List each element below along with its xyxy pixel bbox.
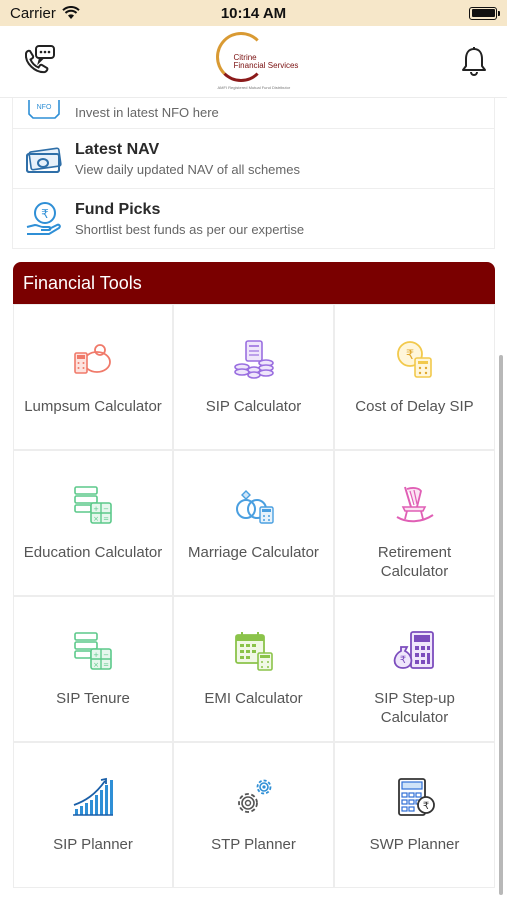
coins-stack-icon xyxy=(233,340,274,379)
tool-label: Cost of Delay SIP xyxy=(355,398,474,415)
menu-item-desc: Shortlist best funds as per our expertis… xyxy=(75,221,305,237)
app-header: Citrine Financial Services AMFI Register… xyxy=(0,26,507,98)
tool-label: SIP Planner xyxy=(53,836,133,853)
menu-item-fund-picks[interactable]: ₹ Fund Picks Shortlist best funds as per… xyxy=(12,189,495,249)
menu-item-latest-nav[interactable]: Latest NAV View daily updated NAV of all… xyxy=(12,129,495,189)
svg-text:NFO: NFO xyxy=(37,104,52,111)
tool-label: SIP Step-up Calculator xyxy=(374,690,455,726)
status-time: 10:14 AM xyxy=(220,4,287,22)
svg-text:×: × xyxy=(93,661,99,669)
nfo-icon: NFO xyxy=(25,96,63,120)
rupee-coin-calculator-icon: ₹ xyxy=(396,341,432,378)
rocking-chair-icon xyxy=(395,486,434,523)
menu-item-title: Latest NAV xyxy=(75,140,160,158)
carrier-label: Carrier xyxy=(10,4,56,22)
gears-icon xyxy=(237,779,271,813)
tool-emi-calculator[interactable]: EMI Calculator xyxy=(173,596,334,742)
wifi-icon xyxy=(62,6,80,19)
calculator-rupee-icon: ₹ xyxy=(397,778,435,816)
tool-sip-planner[interactable]: SIP Planner xyxy=(13,742,173,888)
svg-text:+: + xyxy=(93,505,99,513)
svg-text:−: − xyxy=(103,651,109,659)
bell-icon[interactable] xyxy=(459,46,489,78)
tool-education-calculator[interactable]: + − × = Education Calculator xyxy=(13,450,173,596)
tool-label: STP Planner xyxy=(211,836,296,853)
tool-label: Retirement Calculator xyxy=(377,544,452,580)
money-icon xyxy=(25,140,63,178)
tool-stp-planner[interactable]: STP Planner xyxy=(173,742,334,888)
scrollbar[interactable] xyxy=(499,355,503,895)
svg-text:=: = xyxy=(103,661,109,669)
tool-label: EMI Calculator xyxy=(204,690,303,707)
svg-text:+: + xyxy=(93,651,99,659)
svg-text:−: − xyxy=(103,505,109,513)
tool-label: Lumpsum Calculator xyxy=(24,398,162,415)
growth-bars-icon xyxy=(73,777,113,816)
company-logo: Citrine Financial Services AMFI Register… xyxy=(214,30,304,94)
tool-label: SIP Tenure xyxy=(56,690,130,707)
tool-sip-tenure[interactable]: + − × = SIP Tenure xyxy=(13,596,173,742)
tool-label: Marriage Calculator xyxy=(188,544,319,561)
rings-calculator-icon xyxy=(235,490,274,524)
tool-retirement-calculator[interactable]: Retirement Calculator xyxy=(334,450,495,596)
phone-chat-icon[interactable] xyxy=(18,42,58,82)
tool-sip-calculator[interactable]: SIP Calculator xyxy=(173,304,334,450)
calendar-calculator-icon xyxy=(234,632,273,671)
tool-label: Education Calculator xyxy=(23,544,163,561)
tool-label: SIP Calculator xyxy=(205,398,302,415)
rupee-bag-calculator-icon: ₹ xyxy=(393,631,434,669)
svg-text:=: = xyxy=(103,515,109,523)
svg-text:₹: ₹ xyxy=(422,801,428,812)
battery-icon xyxy=(469,6,500,20)
svg-text:×: × xyxy=(93,515,99,523)
menu-list: NFO Invest in latest NFO here Latest NAV… xyxy=(12,98,495,249)
tool-cost-of-delay-sip[interactable]: ₹ Cost of Delay SIP xyxy=(334,304,495,450)
menu-item-desc: Invest in latest NFO here xyxy=(75,105,219,120)
tool-sip-step-up-calculator[interactable]: ₹ SIP Step-up Calculator xyxy=(334,596,495,742)
svg-text:₹: ₹ xyxy=(405,348,413,363)
books-calculator-icon: + − × = xyxy=(74,486,112,524)
menu-item-nfo[interactable]: NFO Invest in latest NFO here xyxy=(12,98,495,129)
tool-swp-planner[interactable]: ₹ SWP Planner xyxy=(334,742,495,888)
tool-label: SWP Planner xyxy=(369,836,460,853)
tool-lumpsum-calculator[interactable]: Lumpsum Calculator xyxy=(13,304,173,450)
svg-text:₹: ₹ xyxy=(399,655,405,666)
tool-marriage-calculator[interactable]: Marriage Calculator xyxy=(173,450,334,596)
books-calculator-icon: + − × = xyxy=(74,632,112,670)
financial-tools-grid: Lumpsum Calculator SIP Calculator ₹ Cost… xyxy=(13,304,495,888)
menu-item-desc: View daily updated NAV of all schemes xyxy=(75,161,300,177)
rupee-hand-icon: ₹ xyxy=(25,200,63,238)
svg-text:₹: ₹ xyxy=(41,207,49,221)
menu-item-title: Fund Picks xyxy=(75,200,161,218)
piggy-bank-icon xyxy=(74,344,111,374)
financial-tools-header: Financial Tools xyxy=(13,262,495,304)
status-bar: Carrier 10:14 AM xyxy=(0,0,507,26)
